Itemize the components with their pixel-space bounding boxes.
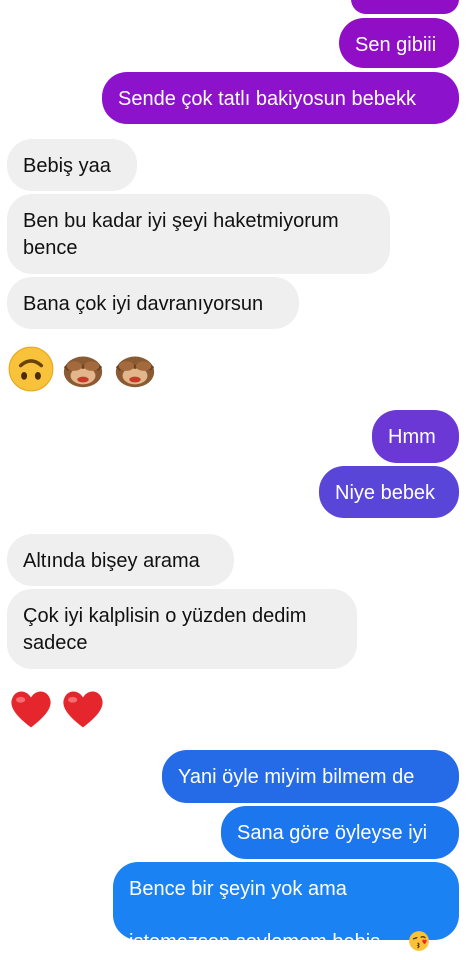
see-no-evil-monkey-icon [112,346,158,397]
sent-message-bubble[interactable]: Sende çok tatlı bakiyosun bebekk [102,72,459,124]
message-text: Niye bebek [335,482,436,504]
received-message-bubble[interactable]: Bebiş yaa [7,139,137,191]
kissing-heart-icon [386,903,430,960]
sent-message-bubble[interactable]: Sana göre öyleyse iyi [221,806,459,859]
see-no-evil-monkey-icon [60,346,106,397]
received-message-bubble[interactable]: Bana çok iyi davranıyorsun [7,277,299,329]
emoji-message[interactable] [8,686,106,737]
message-text: Ben bu kadar iyi şeyi haketmiyorum bence [23,210,339,259]
message-text: Çok iyi kalplisin o yüzden dedim sadece [23,605,307,654]
sent-message-bubble[interactable] [351,0,459,14]
message-text: Bana çok iyi davranıyorsun [23,293,264,315]
message-text: Sana göre öyleyse iyi [237,822,428,844]
sent-message-bubble[interactable]: Yani öyle miyim bilmem de [162,750,459,803]
sent-message-bubble[interactable]: Bence bir şeyin yok ama istemezsen soyle… [113,862,459,953]
red-heart-icon [60,686,106,737]
emoji-message[interactable] [8,346,158,397]
message-text: Yani öyle miyim bilmem de [178,766,415,788]
message-text: Sende çok tatlı bakiyosun bebekk [118,88,416,110]
message-text: Altında bişey arama [23,550,200,572]
sent-message-bubble[interactable]: Niye bebek [319,466,459,518]
message-text: Bebiş yaa [23,155,111,177]
sent-message-bubble[interactable]: Hmm [372,410,459,463]
conversation-thread: Sen gibiii Sende çok tatlı bakiyosun bebe… [0,0,470,953]
message-text: Hmm [388,426,436,448]
received-message-bubble[interactable]: Altında bişey arama [7,534,234,586]
received-message-bubble[interactable]: Ben bu kadar iyi şeyi haketmiyorum bence [7,194,390,274]
received-message-bubble[interactable]: Çok iyi kalplisin o yüzden dedim sadece [7,589,357,669]
red-heart-icon [8,686,54,737]
message-text: Sen gibiii [355,34,437,56]
upside-down-face-icon [8,346,54,397]
sent-message-bubble[interactable]: Sen gibiii [339,18,459,68]
